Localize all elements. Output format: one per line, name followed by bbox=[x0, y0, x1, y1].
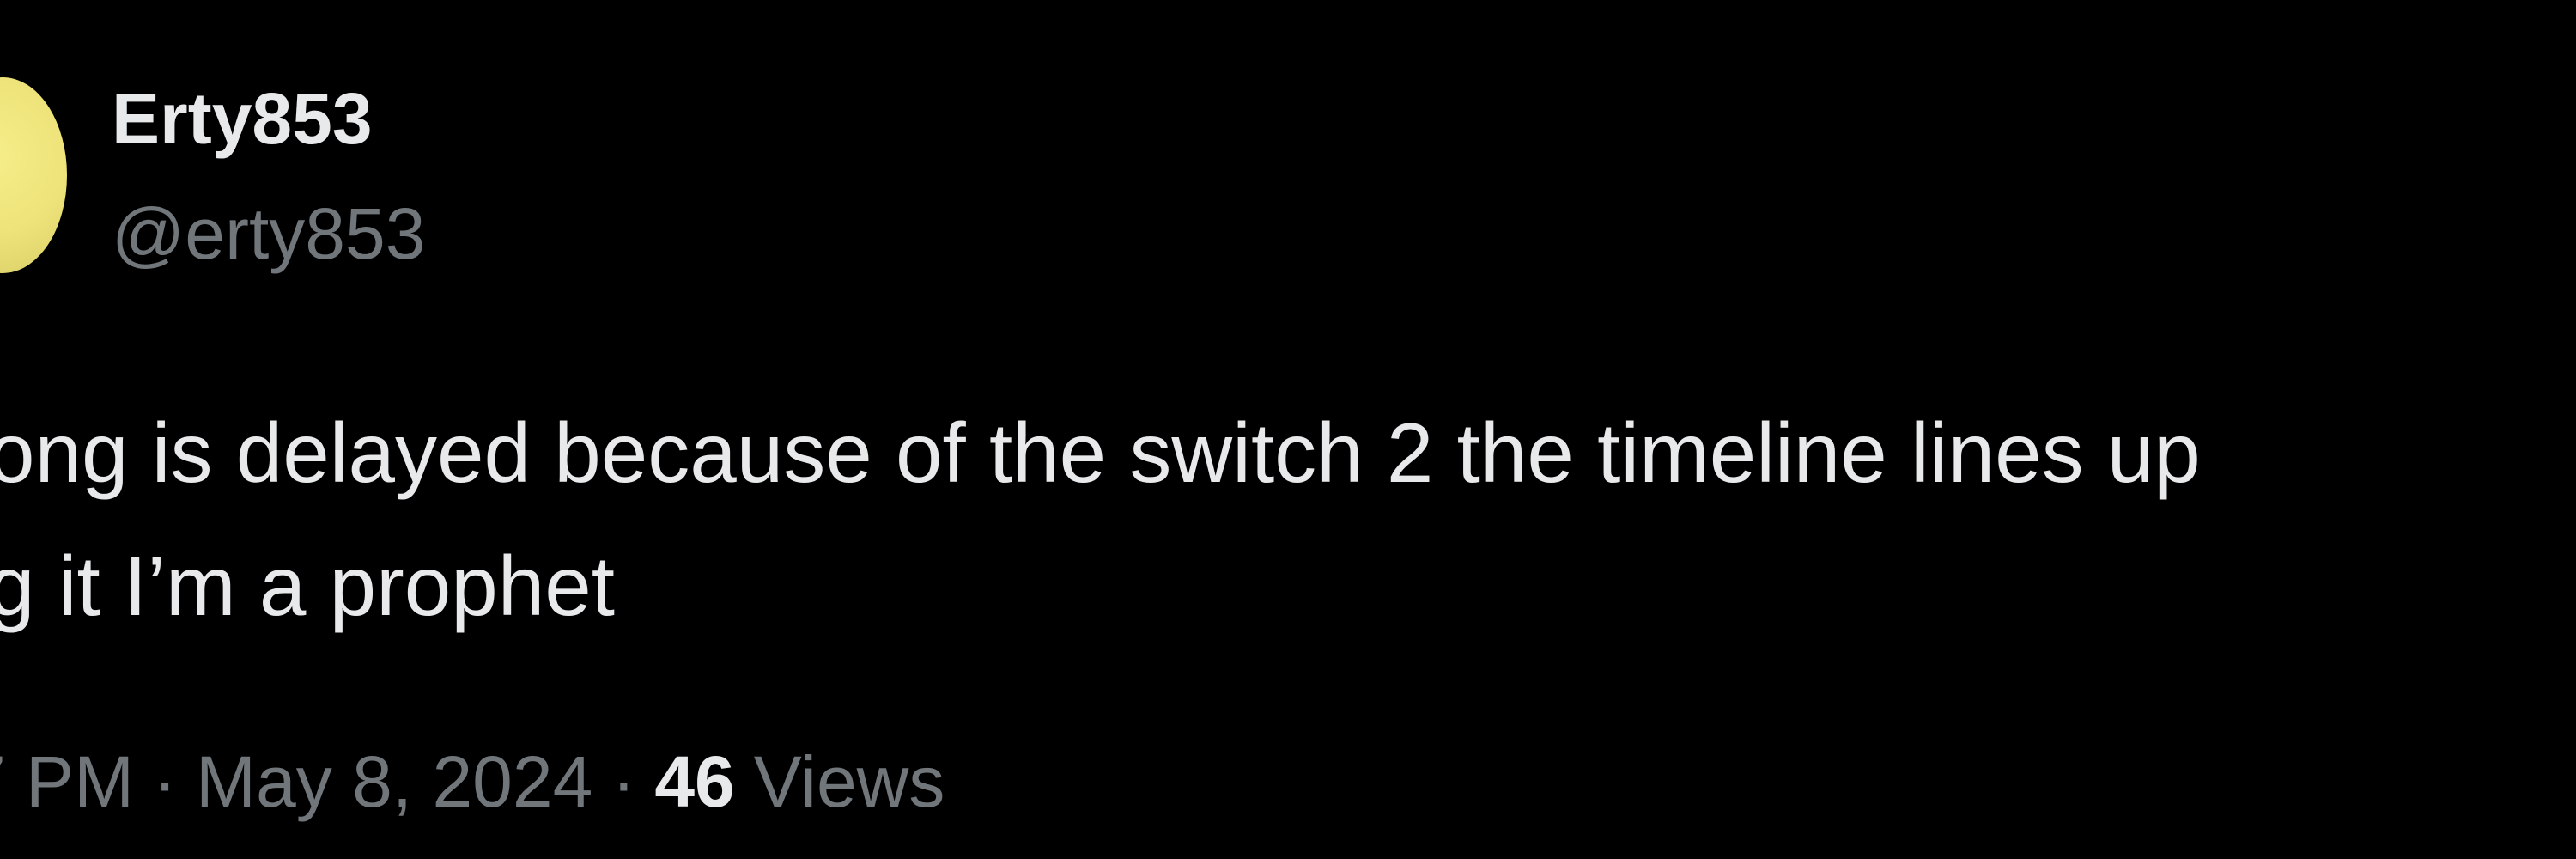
views-count: 46 bbox=[654, 741, 735, 822]
tweet-text-line: ling it I’m a prophet bbox=[0, 539, 615, 633]
meta-separator: · bbox=[611, 741, 636, 822]
views-label: Views bbox=[753, 741, 945, 822]
author-display-name[interactable]: Erty853 bbox=[112, 76, 373, 161]
tweet-time[interactable]: 7 PM bbox=[0, 741, 134, 822]
tweet-meta: 7 PM·May 8, 2024·46Views bbox=[0, 739, 945, 825]
tweet-text-line: ksong is delayed because of the switch 2… bbox=[0, 405, 2201, 500]
tweet-text: ksong is delayed because of the switch 2… bbox=[0, 387, 2576, 653]
tweet-detail: Erty853 @erty853 ksong is delayed becaus… bbox=[0, 0, 2576, 859]
meta-separator: · bbox=[153, 741, 178, 822]
author-handle[interactable]: @erty853 bbox=[112, 191, 425, 277]
tweet-date[interactable]: May 8, 2024 bbox=[196, 741, 592, 822]
avatar[interactable] bbox=[0, 77, 67, 273]
